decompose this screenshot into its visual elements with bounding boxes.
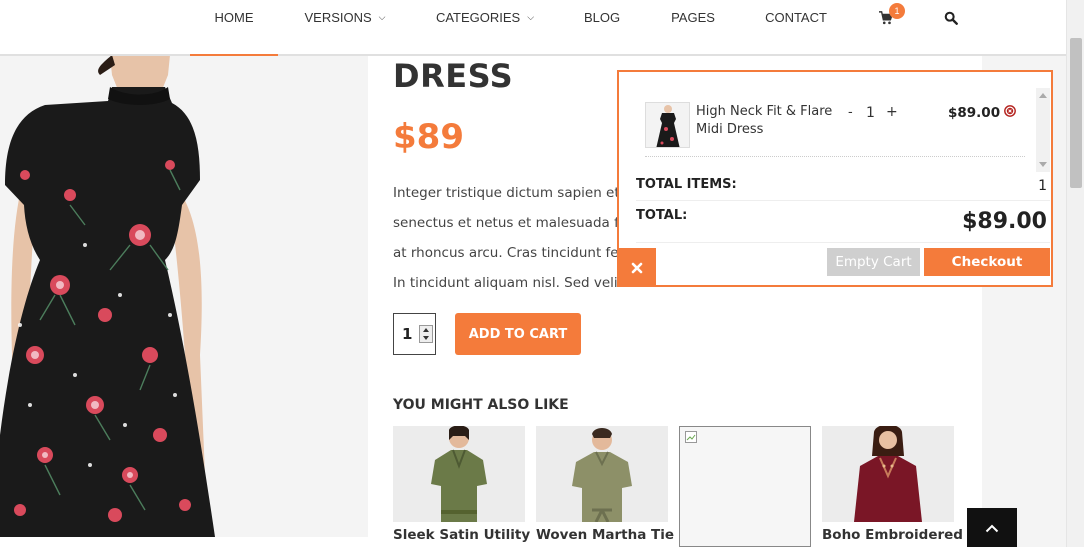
scrollbar-thumb[interactable] (1070, 38, 1082, 188)
empty-cart-button[interactable]: Empty Cart (827, 248, 920, 276)
cart-item-price: $89.00 (948, 105, 1001, 121)
close-icon (631, 262, 642, 273)
cart-list-scrollbar[interactable] (1036, 88, 1050, 172)
related-product-name[interactable]: Woven Martha Tie (536, 527, 696, 543)
close-cart-button[interactable] (617, 248, 656, 287)
nav-contact[interactable]: CONTACT (757, 0, 835, 56)
total-label: TOTAL: (636, 208, 688, 223)
description-line: In tincidunt aliquam nisl. Sed velit (393, 275, 623, 291)
page-scrollbar[interactable] (1066, 0, 1084, 547)
spin-down-icon[interactable] (423, 336, 429, 340)
nav-categories-label: CATEGORIES (435, 10, 521, 25)
cart-item-quantity: 1 (866, 105, 875, 121)
scroll-down-icon[interactable] (1039, 162, 1047, 167)
chevron-up-icon (985, 524, 999, 532)
divider (645, 156, 1025, 157)
related-title: YOU MIGHT ALSO LIKE (393, 397, 569, 413)
quantity-stepper[interactable]: 1 (393, 313, 436, 355)
nav-blog[interactable]: BLOG (572, 0, 632, 56)
related-product[interactable]: Woven Martha Tie (536, 426, 674, 547)
nav-pages[interactable]: PAGES (660, 0, 726, 56)
total-items-value: 1 (1038, 178, 1047, 194)
add-to-cart-button[interactable]: ADD TO CART (455, 313, 581, 355)
related-product[interactable]: Sleek Satin Utility (393, 426, 530, 547)
cart-item-increment[interactable]: + (886, 104, 898, 120)
search-icon[interactable] (944, 11, 958, 25)
cart-item-thumbnail[interactable] (645, 102, 690, 148)
related-product-image[interactable] (822, 426, 954, 522)
quantity-value[interactable]: 1 (402, 325, 412, 343)
broken-image-placeholder[interactable] (679, 426, 811, 547)
description-line: Integer tristique dictum sapien et (393, 185, 620, 201)
total-value: $89.00 (962, 209, 1047, 234)
product-description: Integer tristique dictum sapien et senec… (393, 178, 623, 298)
cart-count-badge: 1 (889, 3, 905, 19)
related-product-image[interactable] (536, 426, 668, 522)
product-price: $89 (393, 117, 464, 157)
checkout-button[interactable]: Checkout (924, 248, 1050, 276)
nav-pages-label: PAGES (671, 10, 715, 25)
cart-item-name[interactable]: High Neck Fit & Flare Midi Dress (696, 103, 836, 139)
description-line: senectus et netus et malesuada fa (393, 215, 623, 231)
remove-item-icon[interactable] (1004, 105, 1016, 117)
related-product-image[interactable] (393, 426, 525, 522)
nav-categories[interactable]: CATEGORIES ⌵ (425, 0, 545, 56)
back-to-top-button[interactable] (967, 508, 1017, 547)
nav-home-label: HOME (214, 10, 254, 25)
chevron-down-icon: ⌵ (527, 12, 535, 22)
scroll-up-icon[interactable] (1039, 93, 1047, 98)
related-product-name[interactable]: Boho Embroidered (822, 527, 982, 543)
divider (636, 242, 1050, 243)
nav-blog-label: BLOG (583, 10, 621, 25)
nav-contact-label: CONTACT (765, 10, 827, 25)
related-product[interactable] (679, 426, 811, 547)
product-title: DRESS (393, 57, 514, 95)
main-nav: HOME VERSIONS ⌵ CATEGORIES ⌵ BLOG PAGES CO… (0, 0, 1066, 56)
nav-home[interactable]: HOME (190, 0, 278, 56)
divider (636, 200, 1050, 201)
nav-versions[interactable]: VERSIONS ⌵ (290, 0, 400, 56)
quantity-spinner[interactable] (419, 325, 433, 343)
cart-item-decrement[interactable]: - (848, 105, 853, 120)
description-line: at rhoncus arcu. Cras tincidunt feli (393, 245, 623, 261)
related-product-name[interactable]: Sleek Satin Utility (393, 527, 553, 543)
product-image (0, 55, 368, 537)
total-items-label: TOTAL ITEMS: (636, 177, 737, 192)
related-product[interactable]: Boho Embroidered (822, 426, 963, 547)
mini-cart-popup: High Neck Fit & Flare Midi Dress - 1 + $… (617, 70, 1053, 287)
chevron-down-icon: ⌵ (378, 12, 386, 22)
broken-image-icon (685, 431, 697, 443)
spin-up-icon[interactable] (423, 328, 429, 332)
nav-versions-label: VERSIONS (304, 10, 372, 25)
